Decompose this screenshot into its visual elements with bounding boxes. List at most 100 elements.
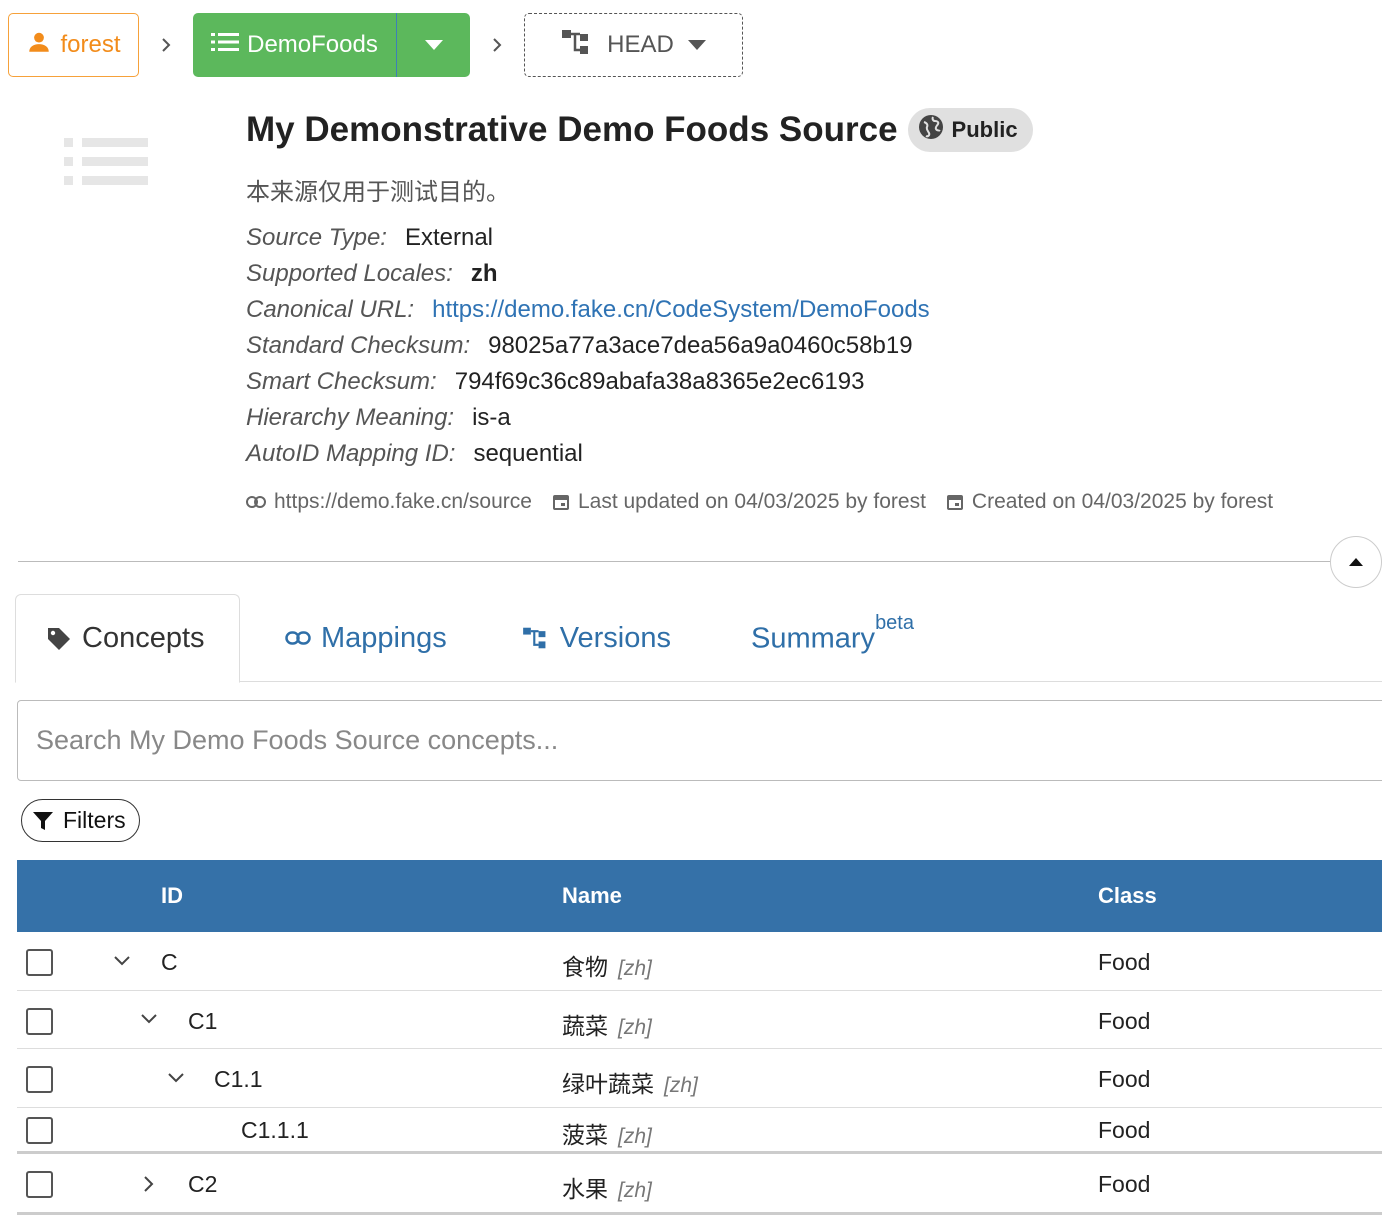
concept-class: Food xyxy=(1098,1008,1151,1034)
chevron-down-icon[interactable] xyxy=(138,1008,160,1030)
repo-button[interactable]: DemoFoods xyxy=(193,13,397,77)
beta-label: beta xyxy=(875,612,914,635)
table-row[interactable]: C 食物 [zh] Food xyxy=(17,932,1382,991)
chevron-down-icon[interactable] xyxy=(111,950,133,972)
concept-id[interactable]: C1 xyxy=(188,1008,217,1035)
concept-locale: [zh] xyxy=(618,1125,652,1148)
column-header-name[interactable]: Name xyxy=(562,883,622,909)
concept-name: 菠菜 [zh] xyxy=(562,1116,652,1150)
chevron-down-icon[interactable] xyxy=(165,1067,187,1089)
tab-mappings[interactable]: Mappings xyxy=(240,594,477,682)
last-updated-text: Last updated on 04/03/2025 by forest xyxy=(577,490,926,513)
table-row[interactable]: C2 水果 [zh] Food xyxy=(17,1154,1382,1215)
property-source-type: Source Type: External xyxy=(246,220,930,256)
concept-id[interactable]: C xyxy=(161,949,178,976)
tab-bar: Concepts Mappings Versions Summarybeta xyxy=(15,594,1382,683)
property-key: Canonical URL: xyxy=(246,296,415,323)
property-value: 98025a77a3ace7dea56a9a0460c58b19 xyxy=(488,332,913,359)
source-properties: Source Type: External Supported Locales:… xyxy=(246,220,930,472)
concept-id[interactable]: C1.1.1 xyxy=(241,1117,309,1144)
concept-locale: [zh] xyxy=(664,1074,698,1097)
concept-name: 绿叶蔬菜 [zh] xyxy=(562,1065,698,1099)
property-supported-locales: Supported Locales: zh xyxy=(246,256,930,292)
concept-name: 水果 [zh] xyxy=(562,1170,652,1204)
property-value: sequential xyxy=(473,440,583,467)
table-row[interactable]: C1 蔬菜 [zh] Food xyxy=(17,991,1382,1049)
row-checkbox[interactable] xyxy=(26,1066,53,1093)
filter-icon xyxy=(33,811,53,830)
tab-concepts[interactable]: Concepts xyxy=(15,594,240,683)
last-updated: Last updated on 04/03/2025 by forest xyxy=(552,490,926,514)
concept-name-text: 食物 xyxy=(562,955,608,981)
filters-button[interactable]: Filters xyxy=(21,799,140,842)
concept-class: Food xyxy=(1098,1171,1151,1197)
search-input[interactable]: Search My Demo Foods Source concepts... xyxy=(17,700,1382,781)
property-key: AutoID Mapping ID: xyxy=(246,440,456,467)
property-key: Smart Checksum: xyxy=(246,368,437,395)
link-icon xyxy=(246,496,266,508)
table-header: ID Name Class xyxy=(17,860,1382,932)
property-smart-checksum: Smart Checksum: 794f69c36c89abafa38a8365… xyxy=(246,364,930,400)
chevron-right-icon xyxy=(139,37,193,53)
owner-button[interactable]: forest xyxy=(8,13,139,77)
created-on: Created on 04/03/2025 by forest xyxy=(946,490,1273,514)
tab-label: Concepts xyxy=(82,622,205,654)
collapse-header-button[interactable] xyxy=(1330,536,1382,588)
caret-down-icon xyxy=(424,40,443,50)
concept-locale: [zh] xyxy=(618,1016,652,1039)
title-row: My Demonstrative Demo Foods Source Publi… xyxy=(246,108,1033,152)
created-on-text: Created on 04/03/2025 by forest xyxy=(971,490,1274,513)
chevron-right-icon xyxy=(470,37,524,53)
table-row[interactable]: C1.1.1 菠菜 [zh] Food xyxy=(17,1108,1382,1154)
link-icon xyxy=(285,631,311,645)
versions-icon xyxy=(561,28,593,63)
property-key: Supported Locales: xyxy=(246,260,453,287)
tab-versions[interactable]: Versions xyxy=(477,594,701,682)
concept-name-text: 蔬菜 xyxy=(562,1014,608,1040)
page-title: My Demonstrative Demo Foods Source xyxy=(246,110,898,149)
globe-icon xyxy=(918,114,944,146)
concept-id[interactable]: C2 xyxy=(188,1171,217,1198)
canonical-url-link[interactable]: https://demo.fake.cn/CodeSystem/DemoFood… xyxy=(432,296,930,324)
list-icon xyxy=(211,31,240,60)
repo-dropdown-button[interactable] xyxy=(397,13,470,77)
calendar-icon xyxy=(552,495,569,510)
property-value: is-a xyxy=(472,404,511,431)
column-header-class[interactable]: Class xyxy=(1098,883,1157,909)
property-canonical-url: Canonical URL: https://demo.fake.cn/Code… xyxy=(246,292,930,328)
property-key: Source Type: xyxy=(246,224,387,251)
concept-name-text: 水果 xyxy=(562,1177,608,1203)
concept-name-text: 绿叶蔬菜 xyxy=(562,1072,654,1098)
visibility-badge: Public xyxy=(907,108,1033,152)
property-key: Standard Checksum: xyxy=(246,332,471,359)
caret-up-icon xyxy=(1349,558,1363,566)
table-row[interactable]: C1.1 绿叶蔬菜 [zh] Food xyxy=(17,1049,1382,1108)
version-button[interactable]: HEAD xyxy=(524,13,743,77)
tab-label: Mappings xyxy=(321,621,447,654)
property-value: External xyxy=(404,224,493,251)
website-link[interactable]: https://demo.fake.cn/source xyxy=(246,490,532,514)
chevron-right-icon[interactable] xyxy=(138,1173,160,1195)
row-checkbox[interactable] xyxy=(26,1008,53,1035)
row-checkbox[interactable] xyxy=(26,1171,53,1198)
tab-summary[interactable]: Summarybeta xyxy=(701,594,944,682)
tag-icon xyxy=(48,627,70,650)
property-value: zh xyxy=(470,260,498,287)
repo-button-group: DemoFoods xyxy=(193,13,470,77)
owner-label: forest xyxy=(60,31,121,58)
person-icon xyxy=(26,29,52,62)
source-list-icon xyxy=(64,136,150,193)
row-checkbox[interactable] xyxy=(26,949,53,976)
website-url: https://demo.fake.cn/source xyxy=(274,490,532,513)
visibility-label: Public xyxy=(951,117,1018,142)
concept-id[interactable]: C1.1 xyxy=(214,1066,263,1093)
column-header-id[interactable]: ID xyxy=(161,883,183,909)
property-standard-checksum: Standard Checksum: 98025a77a3ace7dea56a9… xyxy=(246,328,930,364)
calendar-icon xyxy=(946,495,963,510)
search-placeholder: Search My Demo Foods Source concepts... xyxy=(36,725,559,755)
header-divider xyxy=(18,561,1336,562)
row-checkbox[interactable] xyxy=(26,1117,53,1144)
concept-class: Food xyxy=(1098,1066,1151,1092)
version-label: HEAD xyxy=(607,31,674,58)
concepts-table: ID Name Class C 食物 [zh] Food C1 蔬菜 [zh] Fo… xyxy=(17,860,1382,1215)
